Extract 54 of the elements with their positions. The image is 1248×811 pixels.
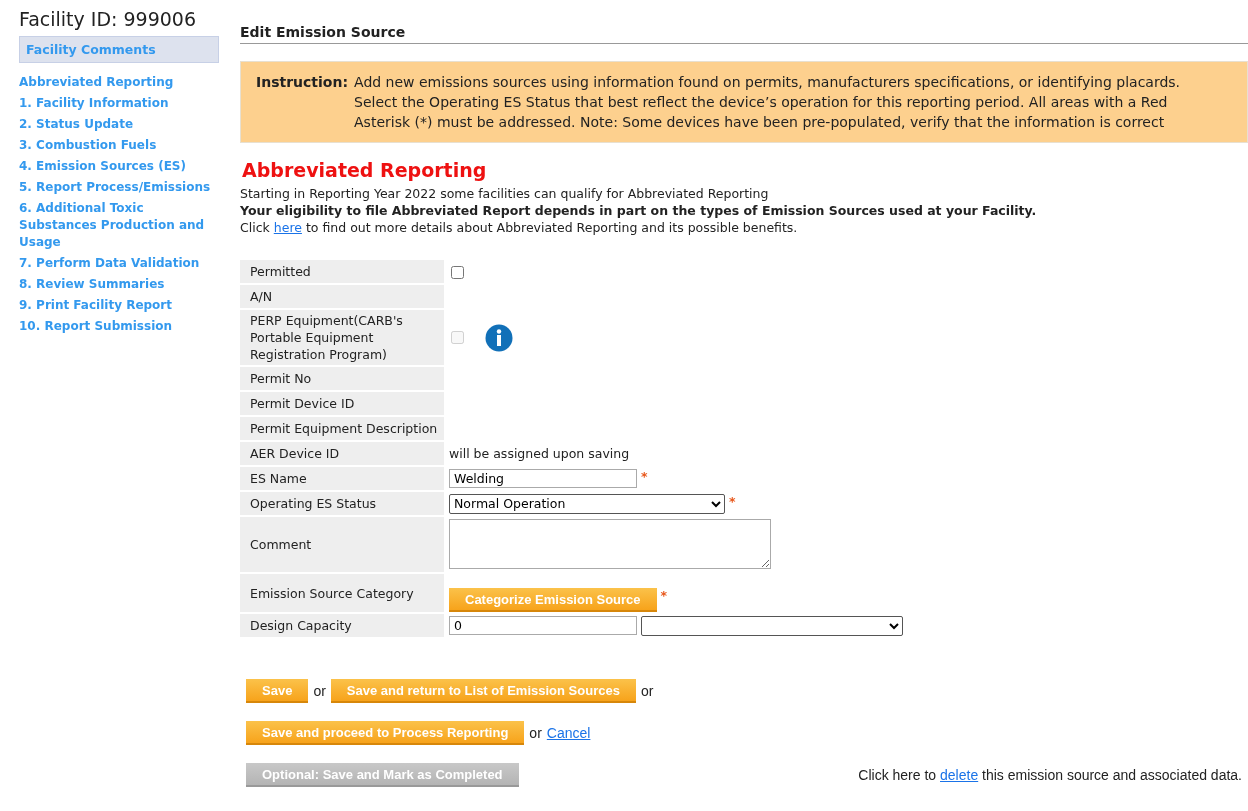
nav-link[interactable]: 3. Combustion Fuels [19,137,219,154]
required-asterisk: * [729,493,736,509]
info-text: Click here to find out more details about Abbreviated Reporting and its possible benefits. [240,219,799,236]
comment-field[interactable] [449,519,771,569]
delete-note: Click here to delete this emission source and associated data. [858,767,1242,783]
facility-comments-link[interactable]: Facility Comments [19,36,219,63]
or-text: or [640,683,654,699]
field-label: Design Capacity [240,614,444,637]
checkbox[interactable] [451,266,464,279]
nav-link[interactable]: 4. Emission Sources (ES) [19,158,219,175]
es-name-field[interactable]: Welding [449,469,637,488]
nav-link[interactable]: 9. Print Facility Report [19,297,219,314]
facility-title: Facility ID: 999006 [19,8,198,30]
or-text: or [313,683,326,699]
save-button[interactable]: Save and proceed to Process Reporting [246,721,525,745]
field-label: Permit Device ID [240,392,444,415]
status-dropdown[interactable]: Normal Operation [449,493,725,514]
field-label: PERP Equipment(CARB's Portable Equipment Registration Program) [240,310,444,365]
field-value: will be assigned upon saving [449,446,630,461]
nav-link[interactable]: 10. Report Submission [19,318,219,335]
field-label: Emission Source Category [240,574,444,612]
info-icon[interactable] [485,323,513,352]
field-label: Permitted [240,260,444,283]
nav-link[interactable]: Abbreviated Reporting [19,74,219,91]
nav-link[interactable]: 8. Review Summaries [19,276,219,293]
section-heading: Abbreviated Reporting [242,159,488,181]
field-label: Permit Equipment Description [240,417,444,440]
nav-link[interactable]: 1. Facility Information [19,95,219,112]
field-label: ES Name [240,467,444,490]
required-asterisk: * [660,588,668,603]
unit-dropdown[interactable] [641,615,903,636]
save-button[interactable]: Save and return to List of Emission Sources [330,679,636,703]
required-asterisk: * [641,469,648,484]
nav-link[interactable]: 5. Report Process/Emissions [19,179,219,196]
nav-link[interactable]: 6. Additional Toxic Substances Production and Usage [19,200,219,251]
eligibility-text: Your eligibility to file Abbreviated Report depends in part on the types of Emission Sources used at your Facility. [240,202,1038,219]
here-link[interactable]: here [273,220,302,235]
info-text: Starting in Reporting Year 2022 some facilities can qualify for Abbreviated Reporting [240,185,770,202]
categorize-button[interactable]: Categorize Emission Source [449,588,657,612]
nav-link[interactable]: 7. Perform Data Validation [19,255,219,272]
page-title: Edit Emission Source [240,24,1248,44]
field-label: Operating ES Status [240,492,444,515]
field-label: Permit No [240,367,444,390]
instruction-text: Add new emissions sources using information found on permits, manufacturers specifications, or identifying placards. Select the Operating ES Status that best reflect the device’s operation for this reporting period. All areas with a Red Asterisk (*) must be addressed. Note: Some devices have been pre-populated, verify that the information is correct [354,73,1182,132]
instruction-label: Instruction: [256,73,349,92]
field-label: Comment [240,517,444,572]
nav-link[interactable]: 2. Status Update [19,116,219,133]
delete-link[interactable]: delete [940,767,979,783]
field-label: AER Device ID [240,442,444,465]
capacity-field[interactable]: 0 [449,616,637,635]
save-button[interactable]: Save [246,679,309,703]
or-text: or [529,725,542,741]
field-label: A/N [240,285,444,308]
cancel-link[interactable]: Cancel [546,725,591,741]
